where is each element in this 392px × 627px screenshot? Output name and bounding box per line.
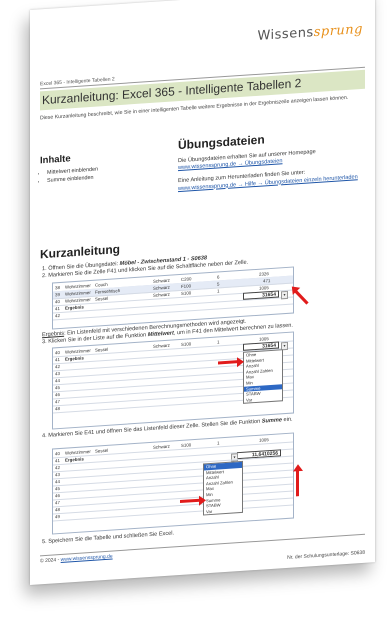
row-number: 41 [55,356,60,362]
cell: Sessel [95,447,109,454]
step-3-func: Mittelwert [147,330,174,339]
document-page: Wissenssprung Excel 365 - Intelligente T… [30,0,375,585]
cell: 5 [217,280,220,287]
excel-screenshot-3: 40 Wohnzimmer Sessel Schwarz S100 1 1005… [52,432,294,535]
step-4-func: Summe [261,417,282,425]
cell: 1 [217,287,220,294]
footer-document-number: Nr. der Schulungsunterlage: S0638 [287,549,365,561]
row-number: 40 [55,349,60,355]
cell: Sessel [95,295,109,302]
row-number: 39 [55,291,60,297]
wissenssprung-logo: Wissenssprung [257,22,363,44]
row-number: 42 [55,312,60,318]
row-number: 38 [55,284,60,290]
contents-section: Inhalte Mittelwert einblenden Summe einb… [40,147,160,185]
cell: 1 [217,439,220,446]
row-number: 49 [55,513,60,519]
row-number: 48 [55,405,60,411]
copyright-text: © 2024 - [40,556,61,565]
cell: 1 [217,338,220,345]
logo-swirl-text: sprung [313,21,363,41]
footer-link[interactable]: www.wissenssprung.de [61,554,113,563]
cell: 1005 [259,284,269,291]
cell: Schwarz [153,284,170,291]
row-number: 42 [55,363,60,369]
cell: S100 [181,441,192,448]
red-arrow-up-icon [296,470,299,497]
cell: F100 [181,282,192,289]
step-4-suffix: ein. [283,416,293,424]
row-number: 47 [55,499,60,505]
row-number: 43 [55,370,60,376]
result-label: Ergebnis [65,455,84,463]
cell: 471 [263,277,271,284]
function-list[interactable]: Ohne Mittelwert Anzahl Anzahl Zahlen Max… [243,349,283,405]
guide-heading: Kurzanleitung [40,242,120,262]
red-arrow-diagonal-icon [294,289,309,305]
excel-screenshot-2: 40 Wohnzimmer Sessel Schwarz S100 1 1005… [52,331,294,430]
cell: Schwarz [153,443,170,450]
exercise-section: Übungsdateien Die Übungsdateien erhalten… [178,126,368,193]
cell: Schwarz [153,291,170,298]
function-list[interactable]: Ohne Mittelwert Anzahl Anzahl Zahlen Max… [203,460,243,516]
row-number: 46 [55,391,60,397]
logo-text: Wissens [257,25,314,44]
row-number: 40 [55,450,60,456]
cell: 2326 [259,270,269,277]
cell: S100 [181,289,192,296]
result-label: Ergebnis [65,354,84,362]
result-note-label: Ergebnis [42,330,65,339]
row-number: 44 [55,478,60,484]
cell: Schwarz [153,277,170,284]
row-number: 48 [55,506,60,512]
row-number: 45 [55,384,60,390]
cell: 1005 [259,436,269,443]
row-number: 40 [55,298,60,304]
row-number: 43 [55,471,60,477]
cell: Schwarz [153,342,170,349]
cell: Fernsehtisch [95,287,121,295]
cell: C200 [181,275,192,282]
row-number: 42 [55,464,60,470]
result-label: Ergebnis [65,303,84,311]
cell: S100 [181,340,192,347]
row-number: 41 [55,457,60,463]
cell: 6 [217,273,220,280]
row-number: 47 [55,398,60,404]
row-number: 41 [55,305,60,311]
row-number: 44 [55,377,60,383]
cell: Couch [95,281,108,288]
row-number: 46 [55,492,60,498]
cell: Sessel [95,346,109,353]
cell: 1005 [259,335,269,342]
page-background: Wissenssprung Excel 365 - Intelligente T… [0,0,392,627]
row-number: 45 [55,485,60,491]
